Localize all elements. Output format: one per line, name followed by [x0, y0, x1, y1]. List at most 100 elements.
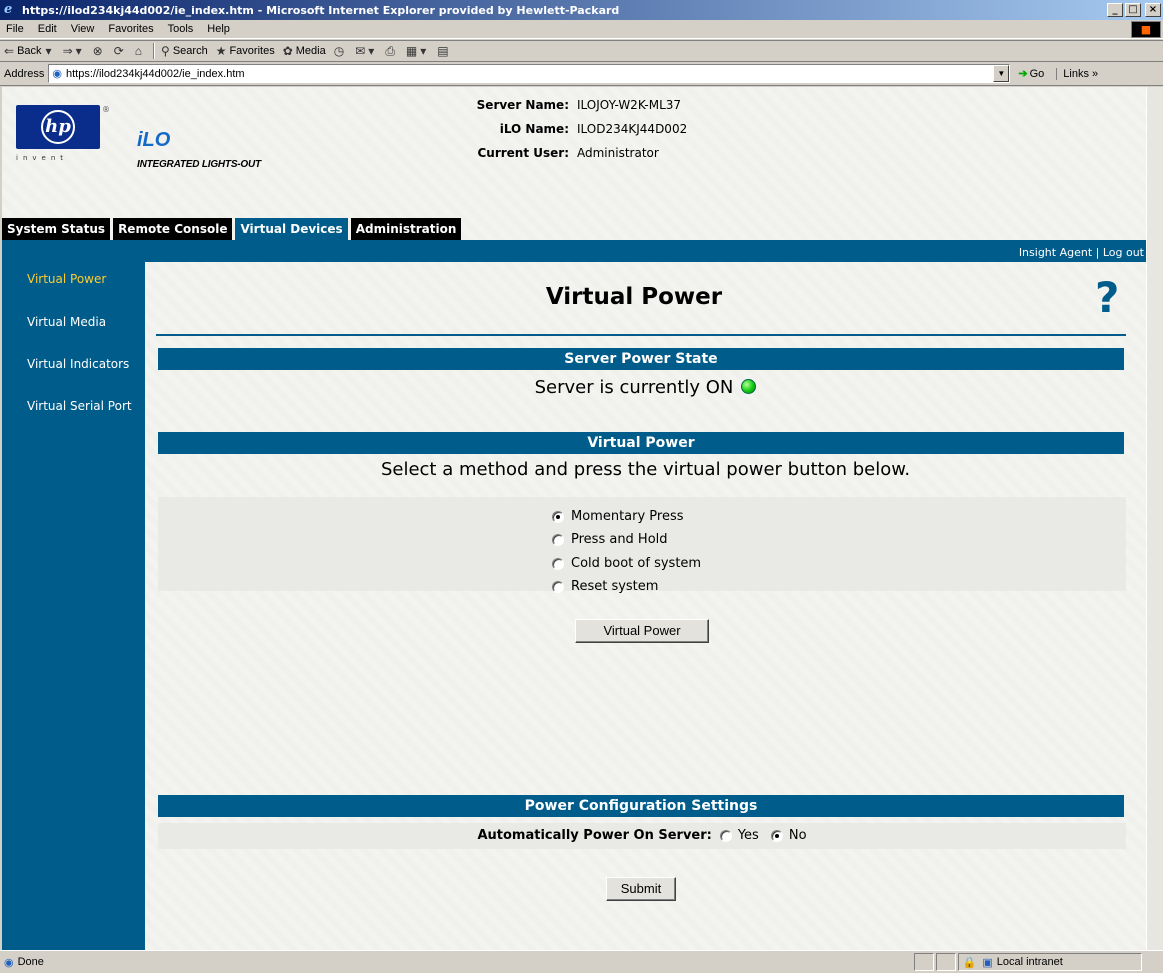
- status-text: Done: [17, 956, 44, 968]
- sidebar-item-virtual-power[interactable]: Virtual Power: [27, 273, 137, 286]
- go-arrow-icon: ➔: [1018, 68, 1028, 80]
- power-method-panel: Momentary Press Press and Hold Cold boot…: [158, 497, 1126, 594]
- power-on-led-icon: [741, 379, 757, 394]
- insight-logout-links[interactable]: Insight Agent | Log out: [1019, 246, 1144, 259]
- back-arrow-icon: ⇐: [4, 44, 15, 58]
- stop-icon: ⊗: [92, 44, 103, 58]
- forward-arrow-icon: ⇒: [62, 44, 73, 58]
- radio-cold-boot[interactable]: [552, 557, 564, 570]
- ilo-brand-subtitle: INTEGRATED LIGHTS-OUT: [137, 159, 261, 170]
- address-bar: Address ◉ https://ilod234kj44d002/ie_ind…: [0, 62, 1163, 86]
- auto-power-yes-label: Yes: [737, 828, 759, 843]
- radio-auto-power-no[interactable]: [770, 829, 783, 842]
- virtual-power-button[interactable]: Virtual Power: [575, 619, 709, 643]
- tab-remote-console[interactable]: Remote Console: [113, 218, 233, 240]
- tab-virtual-devices[interactable]: Virtual Devices: [235, 218, 348, 240]
- address-url: https://ilod234kj44d002/ie_index.htm: [65, 67, 245, 80]
- search-icon: ⚲: [161, 44, 170, 58]
- method-label: Press and Hold: [571, 532, 668, 547]
- mail-icon: ✉: [355, 44, 366, 58]
- intranet-icon: ▣: [982, 956, 993, 969]
- window-title: https://ilod234kj44d002/ie_index.htm - M…: [22, 3, 620, 17]
- method-reset-system[interactable]: Reset system: [552, 579, 658, 594]
- auto-power-label: Automatically Power On Server:: [477, 828, 712, 843]
- discuss-icon: ▤: [437, 44, 449, 58]
- menu-tools[interactable]: Tools: [168, 23, 194, 35]
- ilo-brand: iLO: [137, 129, 171, 151]
- edit-button[interactable]: ▦ ▾: [406, 44, 429, 58]
- method-label: Momentary Press: [571, 509, 684, 524]
- go-button[interactable]: ➔ Go: [1018, 67, 1045, 81]
- back-label: Back: [17, 45, 42, 57]
- close-button[interactable]: ×: [1145, 3, 1161, 17]
- registered-mark: ®: [102, 105, 110, 114]
- address-input[interactable]: ◉ https://ilod234kj44d002/ie_index.htm ▼: [48, 64, 1011, 83]
- maximize-button[interactable]: □: [1125, 3, 1141, 17]
- menu-help[interactable]: Help: [207, 23, 230, 35]
- links-label: Links: [1063, 67, 1089, 80]
- help-icon[interactable]: ?: [1095, 273, 1119, 322]
- hp-logo[interactable]: hp: [16, 105, 100, 149]
- tab-system-status[interactable]: System Status: [2, 218, 111, 240]
- home-icon: ⌂: [134, 44, 143, 58]
- go-label: Go: [1029, 67, 1045, 80]
- menu-view[interactable]: View: [71, 23, 95, 35]
- power-state-text: Server is currently ON: [534, 377, 734, 398]
- radio-reset-system[interactable]: [552, 580, 564, 593]
- lock-icon: 🔒: [962, 956, 977, 969]
- current-user-value: Administrator: [577, 146, 659, 160]
- refresh-button[interactable]: ⟳: [114, 44, 127, 58]
- search-button[interactable]: ⚲ Search: [161, 44, 208, 58]
- media-label: Media: [295, 45, 326, 57]
- method-press-and-hold[interactable]: Press and Hold: [552, 532, 668, 547]
- security-zone[interactable]: 🔒 ▣ Local intranet: [957, 953, 1142, 971]
- word-edit-icon: ▦: [405, 44, 418, 58]
- page-title: Virtual Power: [545, 284, 723, 310]
- stop-button[interactable]: ⊗: [93, 44, 106, 58]
- forward-button[interactable]: ⇒ ▾: [63, 44, 85, 58]
- mail-button[interactable]: ✉ ▾: [355, 44, 377, 58]
- sidebar-item-virtual-media[interactable]: Virtual Media: [27, 316, 137, 329]
- home-button[interactable]: ⌂: [135, 44, 145, 58]
- ilo-name-value: ILOD234KJ44D002: [577, 122, 688, 136]
- favorites-button[interactable]: ★ Favorites: [216, 44, 275, 58]
- media-button[interactable]: ✿ Media: [283, 44, 326, 58]
- back-button[interactable]: ⇐ Back ▾: [4, 44, 55, 58]
- minimize-button[interactable]: _: [1107, 3, 1123, 17]
- forward-dropdown-icon[interactable]: ▾: [76, 44, 82, 58]
- status-progress-cell: [913, 953, 934, 971]
- server-name-value: ILOJOY-W2K-ML37: [577, 98, 682, 112]
- print-icon: ⎙: [385, 43, 395, 58]
- main-content: Virtual Power ? Server Power State Serve…: [145, 262, 1146, 950]
- address-dropdown-icon[interactable]: ▼: [993, 65, 1010, 82]
- method-cold-boot[interactable]: Cold boot of system: [552, 556, 701, 571]
- window-titlebar[interactable]: e https://ilod234kj44d002/ie_index.htm -…: [0, 0, 1163, 20]
- back-dropdown-icon[interactable]: ▾: [46, 44, 52, 58]
- sidebar-item-virtual-indicators[interactable]: Virtual Indicators: [27, 358, 137, 371]
- menu-favorites[interactable]: Favorites: [108, 23, 153, 35]
- history-icon: ◷: [333, 44, 345, 58]
- title-divider: [156, 334, 1126, 336]
- history-button[interactable]: ◷: [334, 44, 347, 58]
- radio-press-and-hold[interactable]: [552, 533, 564, 546]
- virtual-power-header: Virtual Power: [158, 432, 1124, 454]
- edit-dropdown-icon[interactable]: ▾: [420, 44, 426, 58]
- discuss-button[interactable]: ▤: [437, 44, 451, 58]
- menu-edit[interactable]: Edit: [38, 23, 57, 35]
- instruction-text: Select a method and press the virtual po…: [380, 459, 911, 480]
- radio-momentary-press[interactable]: [552, 510, 564, 523]
- vertical-scrollbar[interactable]: [1146, 87, 1163, 950]
- toolbar: ⇐ Back ▾ ⇒ ▾ ⊗ ⟳ ⌂ ⚲ Search ★ Favorites …: [0, 40, 1163, 62]
- method-momentary-press[interactable]: Momentary Press: [552, 509, 684, 524]
- radio-auto-power-yes[interactable]: [719, 829, 732, 842]
- tab-administration[interactable]: Administration: [350, 218, 462, 240]
- media-icon: ✿: [282, 44, 293, 58]
- print-button[interactable]: ⎙: [385, 44, 398, 59]
- mail-dropdown-icon[interactable]: ▾: [368, 44, 374, 58]
- toolbar-separator: [153, 43, 156, 59]
- submit-button[interactable]: Submit: [606, 877, 676, 901]
- links-button[interactable]: Links »: [1056, 67, 1098, 80]
- ilo-name-label: iLO Name:: [499, 122, 569, 136]
- menu-file[interactable]: File: [6, 23, 24, 35]
- sidebar-item-virtual-serial-port[interactable]: Virtual Serial Port: [27, 400, 137, 413]
